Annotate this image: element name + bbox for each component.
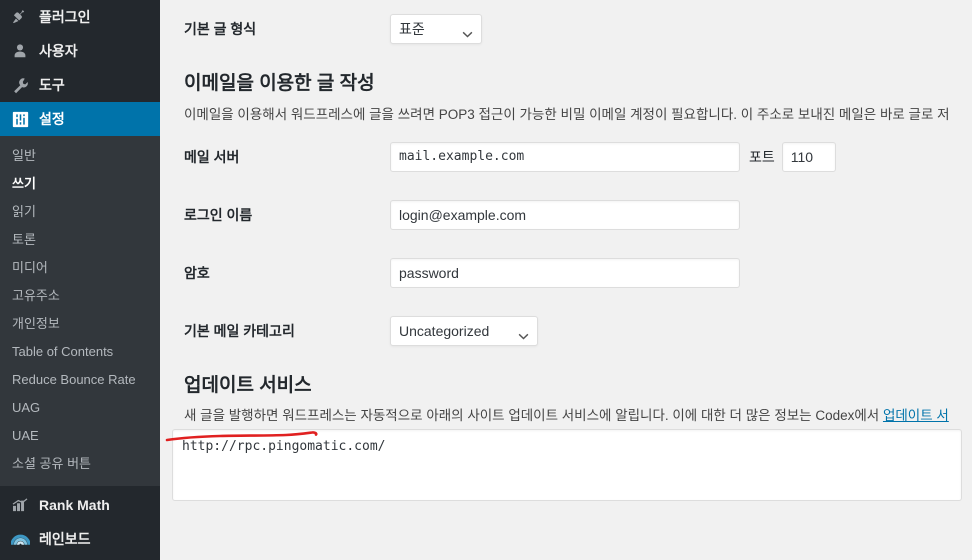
- sidebar-item-label: 사용자: [39, 43, 78, 59]
- table-row: 기본 글 형식 표준: [172, 0, 962, 58]
- sidebar-subitem-discussion[interactable]: 토론: [0, 226, 160, 254]
- update-services-description-text: 새 글을 발행하면 워드프레스는 자동적으로 아래의 사이트 업데이트 서비스에…: [184, 408, 883, 424]
- sidebar-subitem-writing[interactable]: 쓰기: [0, 170, 160, 198]
- sidebar-top-menu: 플러그인 사용자 도구 설정: [0, 0, 160, 136]
- sidebar-subitem-media[interactable]: 미디어: [0, 254, 160, 282]
- default-post-format-select[interactable]: 표준: [390, 14, 482, 44]
- update-services-heading: 업데이트 서비스: [184, 374, 312, 396]
- settings-sliders-icon: [10, 109, 30, 129]
- settings-submenu: 일반 쓰기 읽기 토론 미디어 고유주소 개인정보 Table of Conte…: [0, 136, 160, 486]
- default-mail-category-label: 기본 메일 카테고리: [184, 322, 295, 339]
- plugin-icon: [10, 7, 30, 27]
- mail-server-label: 메일 서버: [184, 148, 240, 165]
- mail-server-row: 포트: [390, 141, 952, 172]
- bar-chart-icon: [10, 495, 30, 515]
- default-post-format-table: 기본 글 형식 표준: [172, 0, 962, 58]
- sidebar-subitem-reading[interactable]: 읽기: [0, 198, 160, 226]
- sidebar-item-plugins[interactable]: 플러그인: [0, 0, 160, 34]
- sidebar-subitem-table-of-contents[interactable]: Table of Contents: [0, 338, 160, 366]
- update-services-codex-link[interactable]: 업데이트 서: [883, 408, 949, 423]
- table-row: 메일 서버 포트: [172, 128, 962, 186]
- sidebar-item-rainboard[interactable]: 레인보드: [0, 522, 160, 556]
- login-name-label: 로그인 이름: [184, 206, 253, 223]
- login-name-input[interactable]: [390, 199, 740, 230]
- default-post-format-label: 기본 글 형식: [184, 20, 257, 37]
- default-post-format-select-wrap: 표준: [390, 14, 482, 44]
- update-services-description: 새 글을 발행하면 워드프레스는 자동적으로 아래의 사이트 업데이트 서비스에…: [184, 406, 972, 427]
- sidebar-item-label: 설정: [39, 111, 65, 127]
- sidebar-subitem-uae[interactable]: UAE: [0, 422, 160, 450]
- table-row: 로그인 이름: [172, 186, 962, 244]
- table-row: 기본 메일 카테고리 Uncategorized: [172, 302, 962, 360]
- email-settings-table: 메일 서버 포트 로그인 이름 암: [172, 128, 962, 360]
- update-services-textarea[interactable]: [172, 429, 962, 502]
- password-label: 암호: [184, 264, 210, 281]
- sidebar-subitem-social-share-buttons[interactable]: 소셜 공유 버튼: [0, 450, 160, 478]
- sidebar-item-label: 플러그인: [39, 9, 91, 25]
- sidebar-subitem-uag[interactable]: UAG: [0, 394, 160, 422]
- sidebar-bottom-menu: Rank Math 레인보드: [0, 486, 160, 556]
- sidebar-item-label: 레인보드: [39, 531, 91, 547]
- port-label: 포트: [749, 148, 775, 165]
- sidebar-subitem-reduce-bounce-rate[interactable]: Reduce Bounce Rate: [0, 366, 160, 394]
- rainbow-icon: [10, 529, 30, 549]
- mail-server-input[interactable]: [390, 141, 740, 172]
- default-mail-category-select-wrap: Uncategorized: [390, 315, 538, 346]
- email-section-description: 이메일을 이용해서 워드프레스에 글을 쓰려면 POP3 접근이 가능한 비밀 …: [184, 106, 950, 122]
- table-row: 암호: [172, 244, 962, 302]
- default-mail-category-select[interactable]: Uncategorized: [390, 315, 538, 346]
- wrench-icon: [10, 75, 30, 95]
- sidebar-item-settings[interactable]: 설정: [0, 102, 160, 136]
- sidebar-item-users[interactable]: 사용자: [0, 34, 160, 68]
- sidebar-subitem-permalinks[interactable]: 고유주소: [0, 282, 160, 310]
- sidebar-subitem-general[interactable]: 일반: [0, 142, 160, 170]
- sidebar-subitem-privacy[interactable]: 개인정보: [0, 310, 160, 338]
- sidebar-item-label: Rank Math: [39, 497, 110, 513]
- email-section-heading: 이메일을 이용한 글 작성: [184, 73, 375, 94]
- user-icon: [10, 41, 30, 61]
- wordpress-admin-screen: 플러그인 사용자 도구 설정 일반 쓰기 읽기 토론 미디어 고유주소 개인정보…: [0, 0, 972, 560]
- sidebar-item-tools[interactable]: 도구: [0, 68, 160, 102]
- settings-writing-content: 기본 글 형식 표준 이메일을 이용한 글 작성 이메일을 이용해서 워드프레스…: [160, 0, 972, 560]
- admin-sidebar: 플러그인 사용자 도구 설정 일반 쓰기 읽기 토론 미디어 고유주소 개인정보…: [0, 0, 160, 560]
- password-input[interactable]: [390, 257, 740, 288]
- sidebar-item-rank-math[interactable]: Rank Math: [0, 488, 160, 522]
- port-input[interactable]: [781, 141, 836, 172]
- sidebar-item-label: 도구: [39, 77, 65, 93]
